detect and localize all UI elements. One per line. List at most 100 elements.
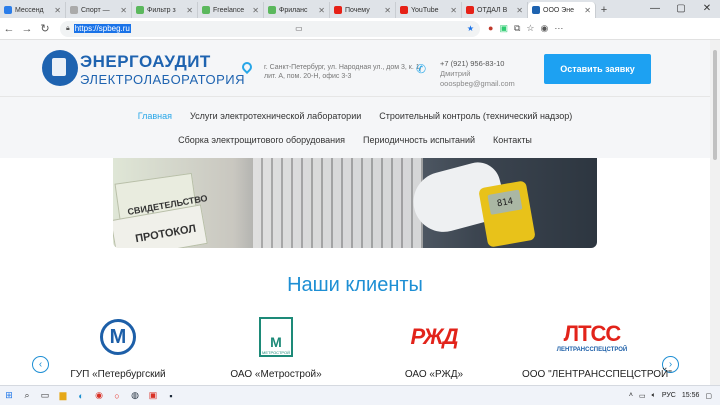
tab-favicon-icon — [334, 6, 342, 14]
close-icon[interactable]: ✕ — [318, 6, 325, 15]
close-icon[interactable]: ✕ — [384, 6, 391, 15]
search-icon[interactable]: ⌕ — [18, 390, 36, 401]
rzd-logo: РЖД — [410, 324, 458, 349]
windows-taskbar: ⊞ ⌕ ▭ ▆ ◐ ◉ ○ ◍ ▣ ▪ ˄ ▭ 🔈︎ РУС 15:56 ▢ — [0, 385, 720, 405]
close-icon[interactable]: ✕ — [584, 6, 591, 15]
chevron-up-icon[interactable]: ˄ — [629, 392, 633, 399]
task-view-icon[interactable]: ▭ — [36, 390, 54, 401]
new-tab-button[interactable]: + — [596, 2, 612, 18]
app-icon[interactable]: ▪ — [162, 391, 180, 401]
client-name: ГУП «Петербургский — [70, 369, 166, 380]
language-indicator[interactable]: РУС — [662, 392, 676, 399]
url-text: https://spbeg.ru — [73, 24, 131, 33]
browser-tab-active[interactable]: ООО Эне ✕ — [528, 2, 596, 18]
nav-item-home[interactable]: Главная — [138, 111, 172, 121]
url-input[interactable]: 🔒︎ https://spbeg.ru ▭ ★ — [60, 20, 480, 37]
nav-item-lab-services[interactable]: Услуги электротехнической лаборатории — [190, 111, 361, 121]
client-name: ОАО «Метрострой» — [230, 369, 322, 380]
extension-icon[interactable]: ▣ — [499, 23, 508, 34]
close-icon[interactable]: ✕ — [450, 6, 457, 15]
profile-icon[interactable]: ◉ — [540, 23, 548, 34]
browser-tab[interactable]: Спорт — ✕ — [66, 2, 132, 18]
tab-title: Freelance — [213, 6, 245, 14]
more-menu-icon[interactable]: ⋯ — [554, 23, 563, 34]
file-explorer-icon[interactable]: ▆ — [54, 390, 72, 401]
close-icon[interactable]: ✕ — [186, 6, 193, 15]
ltss-logo-text: ЛТСС — [563, 321, 622, 346]
extensions-area: ● ▣ ⧉ ☆ ◉ ⋯ — [488, 23, 563, 34]
client-card[interactable]: М МЕТРОСТРОЙ ОАО «Метрострой» — [206, 313, 346, 380]
close-icon[interactable]: ✕ — [54, 6, 61, 15]
tab-title: Фриланс — [279, 6, 308, 14]
contact-name: Дмитрий — [440, 69, 471, 78]
windows-start-icon[interactable]: ⊞ — [0, 390, 18, 401]
metro-logo: М — [100, 319, 136, 355]
tab-favicon-icon — [268, 6, 276, 14]
reader-mode-icon[interactable]: ▭ — [289, 24, 303, 33]
tab-title: ОТДАЛ В — [477, 6, 508, 14]
clock[interactable]: 15:56 — [682, 392, 700, 399]
minimize-button[interactable]: — — [642, 0, 668, 18]
favorites-icon[interactable]: ☆ — [526, 23, 534, 34]
tab-favicon-icon — [136, 6, 144, 14]
system-tray: ˄ ▭ 🔈︎ РУС 15:56 ▢ — [629, 392, 720, 400]
browser-tab[interactable]: YouTube ✕ — [396, 2, 462, 18]
company-address: г. Санкт-Петербург, ул. Народная ул., до… — [264, 64, 422, 80]
contact-email[interactable]: ooospbeg@gmail.com — [440, 79, 515, 89]
network-icon[interactable]: ▭ — [639, 392, 646, 400]
browser-tab[interactable]: ОТДАЛ В ✕ — [462, 2, 528, 18]
request-button[interactable]: Оставить заявку — [544, 54, 651, 84]
client-name: ОАО «РЖД» — [404, 369, 464, 380]
browser-tab[interactable]: Почему ✕ — [330, 2, 396, 18]
client-name: ООО "ЛЕНТРАНССПЕЦСТРОЙ" — [522, 369, 672, 380]
browser-tab[interactable]: Фильтр з ✕ — [132, 2, 198, 18]
tab-favicon-icon — [4, 6, 12, 14]
tab-title: Мессенд — [15, 6, 44, 14]
volume-icon[interactable]: 🔈︎ — [652, 392, 656, 400]
close-icon[interactable]: ✕ — [252, 6, 259, 15]
opera-icon[interactable]: ○ — [108, 391, 126, 401]
scrollbar-thumb[interactable] — [713, 50, 717, 160]
client-card[interactable]: РЖД ОАО «РЖД» — [364, 313, 504, 380]
back-arrow-icon[interactable]: ← — [0, 23, 18, 35]
tab-title: ООО Эне — [543, 6, 575, 14]
carousel-prev-button[interactable]: ‹ — [32, 356, 49, 373]
tab-favicon-icon — [532, 6, 540, 14]
tab-favicon-icon — [70, 6, 78, 14]
nav-item-construction-control[interactable]: Строительный контроль (технический надзо… — [379, 111, 572, 121]
browser-tab[interactable]: Freelance ✕ — [198, 2, 264, 18]
nav-item-contacts[interactable]: Контакты — [493, 135, 532, 145]
star-icon[interactable]: ★ — [461, 24, 474, 33]
tab-title: YouTube — [411, 6, 439, 14]
steam-icon[interactable]: ◍ — [126, 390, 144, 401]
client-card[interactable]: М ГУП «Петербургский — [48, 313, 188, 380]
close-icon[interactable]: ✕ — [516, 6, 523, 15]
chrome-icon[interactable]: ◉ — [90, 390, 108, 401]
close-icon[interactable]: ✕ — [120, 6, 127, 15]
logo-title[interactable]: ЭНЕРГОАУДИТ — [80, 52, 211, 72]
app-icon[interactable]: ▣ — [144, 390, 162, 401]
logo-icon[interactable] — [42, 50, 78, 86]
close-window-button[interactable]: ✕ — [694, 0, 720, 18]
tab-favicon-icon — [202, 6, 210, 14]
phone-icon: ✆ — [416, 62, 427, 76]
edge-icon[interactable]: ◐ — [72, 391, 90, 401]
page-scrollbar[interactable] — [710, 40, 720, 385]
metrostroy-logo: М МЕТРОСТРОЙ — [259, 317, 293, 357]
client-card[interactable]: ЛТСС ЛЕНТРАНССПЕЦСТРОЙ ООО "ЛЕНТРАНССПЕЦС… — [522, 313, 672, 380]
browser-tab[interactable]: Мессенд ✕ — [0, 2, 66, 18]
logo-subtitle[interactable]: ЭЛЕКТРОЛАБОРАТОРИЯ — [80, 72, 245, 87]
main-nav: Главная Услуги электротехнической лабора… — [0, 96, 710, 158]
tab-title: Фильтр з — [147, 6, 176, 14]
nav-item-test-periodicity[interactable]: Периодичность испытаний — [363, 135, 475, 145]
forward-arrow-icon[interactable]: → — [18, 23, 36, 35]
metrostroy-logo-letter: М — [270, 334, 282, 350]
browser-tab[interactable]: Фриланс ✕ — [264, 2, 330, 18]
collections-icon[interactable]: ⧉ — [514, 23, 520, 34]
refresh-icon[interactable]: ↻ — [36, 22, 54, 35]
maximize-button[interactable]: ▢ — [668, 0, 694, 18]
nav-item-assembly[interactable]: Сборка электрощитового оборудования — [178, 135, 345, 145]
notifications-icon[interactable]: ▢ — [705, 392, 712, 400]
extension-icon[interactable]: ● — [488, 23, 493, 34]
phone-number[interactable]: +7 (921) 956-83-10 — [440, 59, 515, 69]
